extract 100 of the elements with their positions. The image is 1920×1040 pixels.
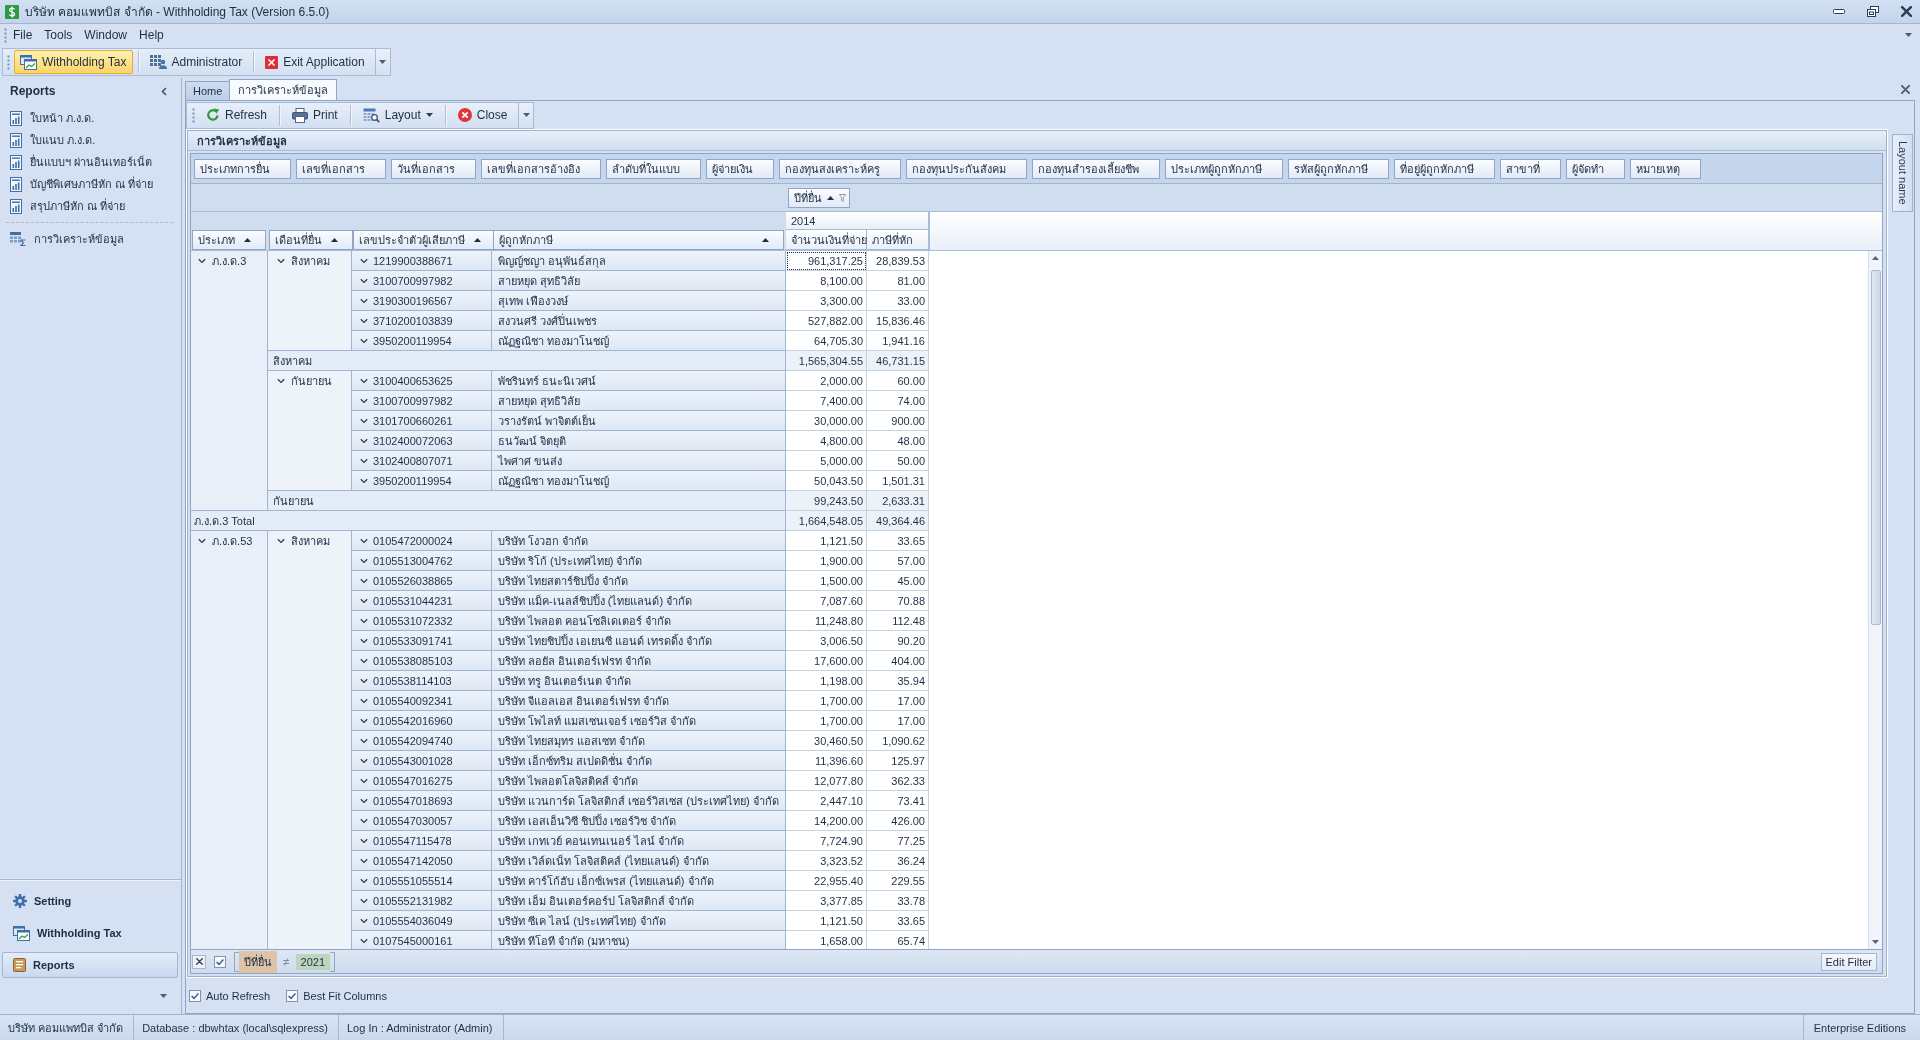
chevron-down-icon[interactable] bbox=[360, 696, 368, 705]
chevron-down-icon[interactable] bbox=[360, 736, 368, 745]
tab[interactable]: Home bbox=[185, 81, 231, 100]
sidebar-item[interactable]: บัญชีพิเศษภาษีหัก ณ ที่จ่าย bbox=[0, 173, 178, 195]
field-button[interactable]: กองทุนประกันสังคม bbox=[906, 158, 1027, 179]
sidebar-item[interactable]: การวิเคราะห์ข้อมูล bbox=[0, 228, 178, 250]
chevron-down-icon[interactable] bbox=[360, 456, 368, 465]
chevron-down-icon[interactable] bbox=[198, 537, 206, 545]
chevron-down-icon[interactable] bbox=[360, 636, 368, 645]
clear-filter-button[interactable] bbox=[192, 954, 206, 969]
chevron-down-icon[interactable] bbox=[360, 336, 368, 345]
caret-icon[interactable] bbox=[379, 60, 387, 64]
field-button[interactable]: ประเภทการยื่น bbox=[194, 158, 291, 179]
field-button[interactable]: ที่อยู่ผู้ถูกหักภาษี bbox=[1394, 158, 1495, 179]
sort-ascending-icon[interactable] bbox=[762, 238, 769, 242]
toolbar-button[interactable]: Layout bbox=[355, 103, 440, 127]
chevron-down-icon[interactable] bbox=[360, 376, 368, 385]
close-icon[interactable] bbox=[1901, 84, 1910, 94]
toolbar-button[interactable]: Print bbox=[285, 103, 345, 127]
chevron-down-icon[interactable] bbox=[277, 257, 285, 265]
restore-icon[interactable] bbox=[1867, 6, 1879, 17]
chevron-down-icon[interactable] bbox=[360, 476, 368, 485]
toolbar-button[interactable]: Refresh bbox=[199, 103, 275, 127]
toolbar-button[interactable]: Exit Application bbox=[259, 50, 371, 74]
checkbox[interactable] bbox=[189, 989, 201, 1002]
scroll-thumb[interactable] bbox=[1870, 270, 1881, 625]
field-button[interactable]: ผู้จ่ายเงิน bbox=[706, 158, 774, 179]
chevron-down-icon[interactable] bbox=[360, 716, 368, 725]
chevron-down-icon[interactable] bbox=[360, 896, 368, 905]
field-button[interactable]: วันที่เอกสาร bbox=[391, 158, 476, 179]
chevron-down-icon[interactable] bbox=[360, 936, 368, 945]
menu-item[interactable]: Help bbox=[133, 26, 170, 44]
field-button[interactable]: ผู้ถูกหักภาษี bbox=[493, 230, 784, 250]
menu-item[interactable]: Window bbox=[78, 26, 134, 44]
chevron-down-icon[interactable] bbox=[360, 596, 368, 605]
grip-icon[interactable] bbox=[4, 27, 7, 43]
chevron-down-icon[interactable] bbox=[360, 876, 368, 885]
chevron-down-icon[interactable] bbox=[360, 796, 368, 805]
checkbox-label[interactable]: Best Fit Columns bbox=[303, 989, 387, 1002]
chevron-down-icon[interactable] bbox=[360, 536, 368, 545]
caret-icon[interactable] bbox=[522, 113, 530, 117]
chevron-down-icon[interactable] bbox=[360, 276, 368, 285]
chevron-down-icon[interactable] bbox=[360, 576, 368, 585]
chevron-down-icon[interactable] bbox=[360, 556, 368, 565]
chevron-down-icon[interactable] bbox=[360, 296, 368, 305]
chevron-down-icon[interactable] bbox=[198, 257, 206, 265]
chevron-down-icon[interactable] bbox=[360, 656, 368, 665]
chevron-down-icon[interactable] bbox=[360, 416, 368, 425]
edit-filter-button[interactable]: Edit Filter bbox=[1820, 952, 1877, 971]
chevron-down-icon[interactable] bbox=[360, 676, 368, 685]
chevron-down-icon[interactable] bbox=[360, 816, 368, 825]
toolbar-button[interactable]: Close bbox=[450, 103, 515, 127]
chevron-down-icon[interactable] bbox=[360, 616, 368, 625]
chevron-left-icon[interactable] bbox=[161, 86, 167, 96]
close-icon[interactable] bbox=[195, 958, 203, 965]
navigation-section[interactable]: Withholding Tax bbox=[2, 920, 178, 946]
menu-item[interactable]: Tools bbox=[38, 26, 79, 44]
chevron-down-icon[interactable] bbox=[360, 776, 368, 785]
tab[interactable]: การวิเคราะห์ข้อมูล bbox=[229, 79, 338, 100]
field-button[interactable]: กองทุนสำรองเลี้ยงชีพ bbox=[1032, 158, 1160, 179]
filter-icon[interactable] bbox=[839, 193, 846, 202]
sort-ascending-icon[interactable] bbox=[331, 238, 338, 242]
field-button[interactable]: สาขาที่ bbox=[1500, 158, 1561, 179]
grip-icon[interactable] bbox=[192, 107, 195, 123]
chevron-down-icon[interactable] bbox=[360, 396, 368, 405]
filter-field[interactable]: ปีที่ยื่น bbox=[239, 950, 277, 973]
sort-ascending-icon[interactable] bbox=[827, 195, 834, 200]
toolbar-button[interactable]: Withholding Tax bbox=[14, 50, 133, 74]
sort-ascending-icon[interactable] bbox=[244, 238, 251, 242]
caret-icon[interactable] bbox=[160, 994, 167, 998]
field-button[interactable]: ลำดับที่ในแบบ bbox=[606, 158, 701, 179]
filter-value[interactable]: 2021 bbox=[295, 953, 331, 970]
sidebar-item[interactable]: สรุปภาษีหัก ณ ที่จ่าย bbox=[0, 195, 178, 217]
field-button[interactable]: ผู้จัดทำ bbox=[1566, 158, 1625, 179]
chevron-down-icon[interactable] bbox=[360, 256, 368, 265]
layout-name-tab[interactable]: Layout name bbox=[1892, 134, 1913, 212]
toolbar-overflow-button[interactable] bbox=[374, 49, 390, 75]
menu-item[interactable]: File bbox=[7, 26, 39, 44]
checkbox[interactable] bbox=[214, 955, 226, 968]
field-button[interactable]: เลขที่เอกสาร bbox=[296, 158, 386, 179]
caret-icon[interactable] bbox=[425, 113, 433, 117]
checkbox[interactable] bbox=[286, 989, 299, 1002]
grip-icon[interactable] bbox=[7, 54, 10, 70]
vertical-scrollbar[interactable] bbox=[1868, 251, 1882, 949]
chevron-down-icon[interactable] bbox=[277, 377, 285, 385]
chevron-down-icon[interactable] bbox=[360, 916, 368, 925]
field-button[interactable]: เดือนที่ยื่น bbox=[269, 230, 353, 250]
caret-icon[interactable] bbox=[1905, 33, 1912, 37]
chevron-down-icon[interactable] bbox=[360, 316, 368, 325]
chevron-down-icon[interactable] bbox=[360, 836, 368, 845]
field-button[interactable]: ปีที่ยื่น bbox=[788, 187, 850, 208]
field-button[interactable]: รหัสผู้ถูกหักภาษี bbox=[1288, 158, 1389, 179]
sort-ascending-icon[interactable] bbox=[474, 238, 481, 242]
sidebar-item[interactable]: ใบแนบ ภ.ง.ด. bbox=[0, 129, 178, 151]
toolbar-button[interactable]: Administrator bbox=[143, 50, 249, 74]
navigation-section[interactable]: Reports bbox=[2, 952, 178, 978]
field-button[interactable]: ประเภทผู้ถูกหักภาษี bbox=[1165, 158, 1283, 179]
sidebar-item[interactable]: ยื่นแบบฯ ผ่านอินเทอร์เน็ต bbox=[0, 151, 178, 173]
sidebar-item[interactable]: ใบหน้า ภ.ง.ด. bbox=[0, 107, 178, 129]
chevron-down-icon[interactable] bbox=[360, 756, 368, 765]
